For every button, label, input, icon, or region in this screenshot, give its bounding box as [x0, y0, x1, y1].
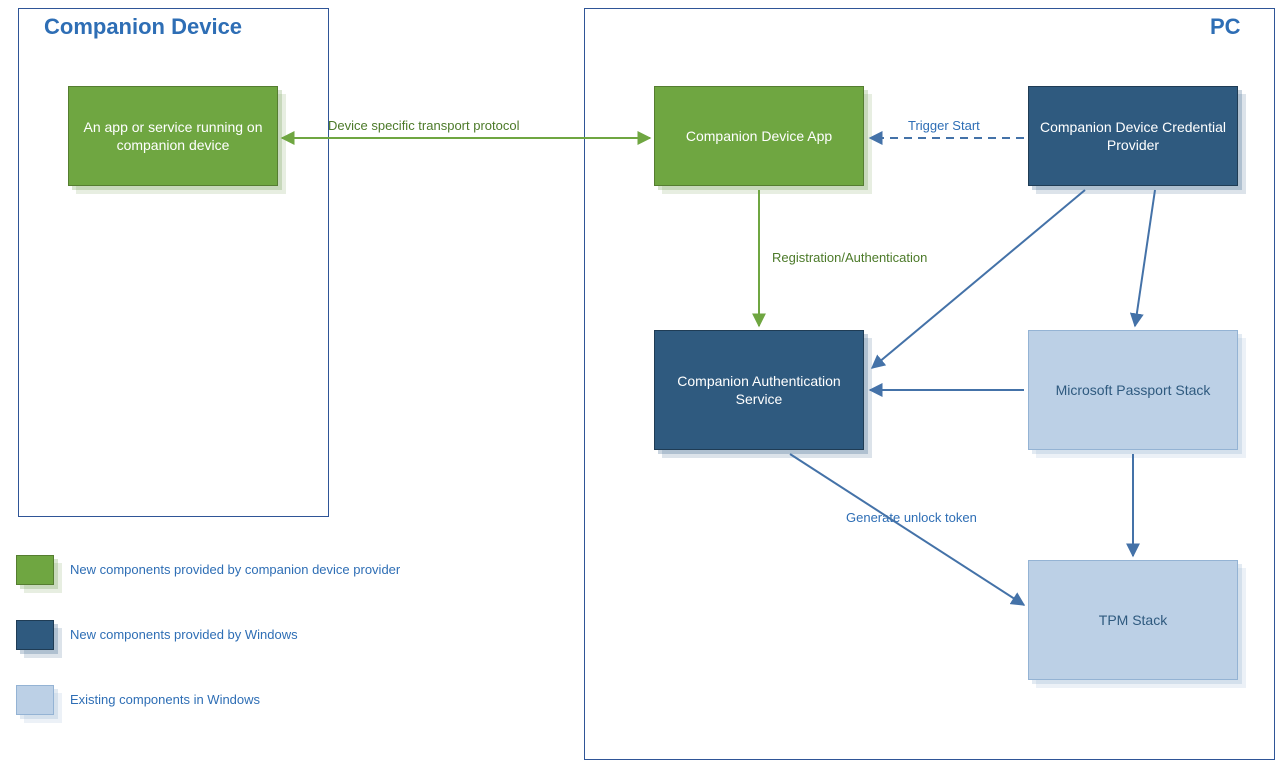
node-tpm-stack: TPM Stack: [1028, 560, 1238, 680]
legend-text-green: New components provided by companion dev…: [70, 562, 400, 577]
edge-label-generate: Generate unlock token: [846, 510, 977, 525]
node-credential-provider: Companion Device Credential Provider: [1028, 86, 1238, 186]
node-companion-device-app: Companion Device App: [654, 86, 864, 186]
diagram-canvas: Companion Device PC An app or service ru…: [0, 0, 1284, 768]
legend-text-lightblue: Existing components in Windows: [70, 692, 260, 707]
region-companion-title: Companion Device: [44, 14, 242, 40]
legend-text-darkblue: New components provided by Windows: [70, 627, 298, 642]
legend-swatch-darkblue: [16, 620, 54, 650]
edge-label-reg-auth: Registration/Authentication: [772, 250, 927, 265]
node-authentication-service: Companion Authentication Service: [654, 330, 864, 450]
region-pc-title: PC: [1210, 14, 1241, 40]
legend-swatch-lightblue: [16, 685, 54, 715]
edge-label-transport: Device specific transport protocol: [328, 118, 519, 133]
legend-swatch-green: [16, 555, 54, 585]
node-passport-stack: Microsoft Passport Stack: [1028, 330, 1238, 450]
region-companion-device: [18, 8, 329, 517]
edge-label-trigger: Trigger Start: [908, 118, 980, 133]
node-app-on-companion: An app or service running on companion d…: [68, 86, 278, 186]
